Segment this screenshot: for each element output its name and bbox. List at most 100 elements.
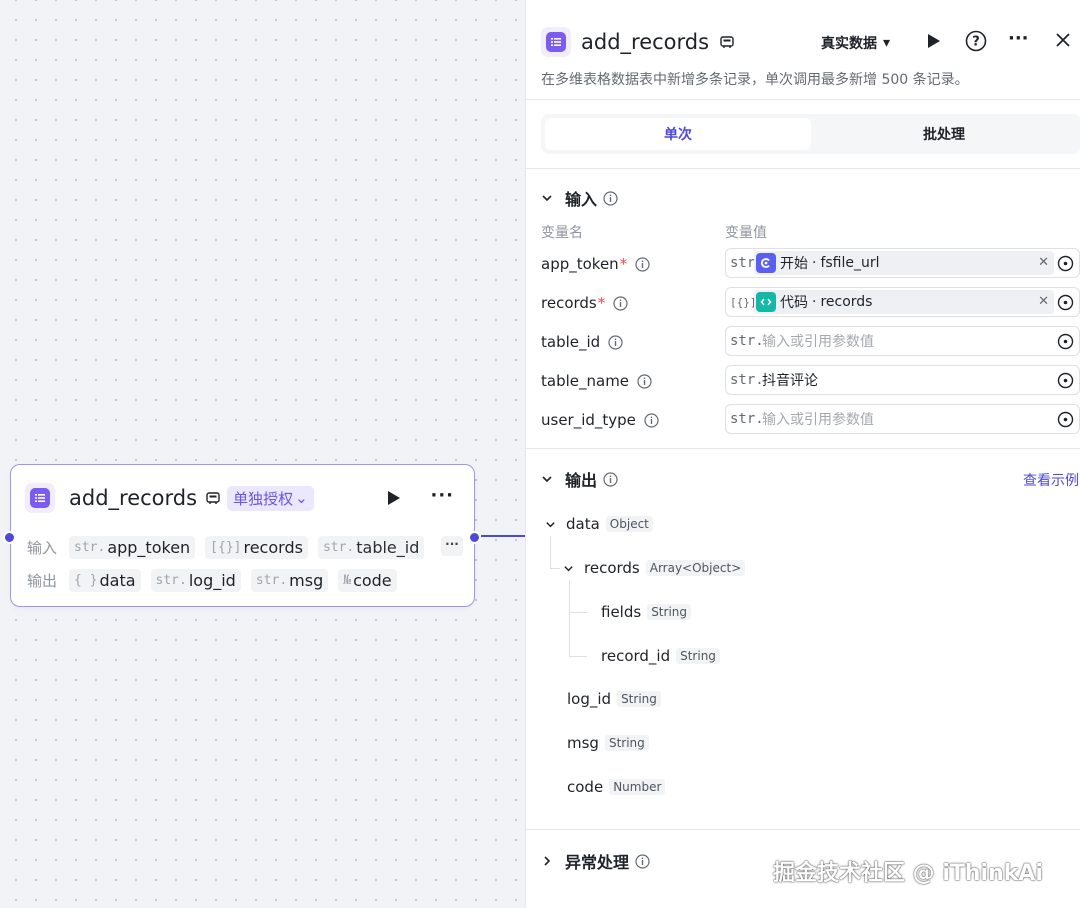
tree-line [550, 536, 551, 568]
close-icon[interactable] [1055, 32, 1071, 48]
target-icon[interactable] [1057, 294, 1074, 311]
input-section-header[interactable]: 输入 [541, 186, 630, 210]
node-input-port[interactable] [3, 531, 16, 544]
node-output-chip: str. msg [250, 569, 329, 592]
node-outputs-row: 输出 { } data str. log_id str. msg № code [27, 569, 407, 592]
play-icon[interactable] [925, 33, 941, 49]
chevron-down-icon [542, 195, 552, 202]
see-example-link[interactable]: 查看示例 [1023, 470, 1079, 490]
node-settings-panel: add_records 真实数据 ▾ ? ··· 在多维表格数据表中新增多条记录，… [525, 0, 1080, 908]
node-inputs-row: 输入 str. app_token [{}] records str. table_i… [27, 536, 463, 559]
tree-line [569, 656, 587, 657]
watermark: 掘金技术社区 @ iThinkAi [773, 861, 1043, 886]
divider [526, 829, 1080, 830]
error-section-header[interactable]: 异常处理 [541, 849, 662, 873]
variable-reference[interactable]: 代码 · records [754, 290, 1054, 314]
mode-tabs: 单次 批处理 [541, 114, 1080, 154]
output-section-header[interactable]: 输出 [541, 467, 630, 491]
auth-label: 单独授权 [233, 489, 294, 508]
input-section-title: 输入 [565, 190, 598, 209]
output-tree-item[interactable]: records Array<Object> [563, 559, 746, 577]
table-name-value: 抖音评论 [762, 373, 818, 389]
node-input-label: 输入 [27, 539, 58, 557]
chevron-down-icon [564, 565, 573, 571]
param-label-app-token: app_token * [541, 255, 650, 273]
table-id-field[interactable]: str. 输入或引用参数值 [725, 326, 1080, 356]
code-node-icon [756, 292, 776, 312]
output-tree-item: log_id String [567, 690, 661, 708]
panel-header: add_records [541, 26, 1080, 58]
target-icon[interactable] [1057, 411, 1074, 428]
clear-icon[interactable]: ✕ [1038, 294, 1049, 309]
clear-icon[interactable]: ✕ [1038, 255, 1049, 270]
user-id-type-placeholder: 输入或引用参数值 [762, 412, 874, 428]
target-icon[interactable] [1057, 372, 1074, 389]
info-icon [603, 471, 618, 487]
chevron-right-icon [544, 856, 551, 866]
tab-batch[interactable]: 批处理 [811, 118, 1077, 150]
node-output-chip: { } data [69, 569, 141, 592]
help-icon[interactable]: ? [965, 30, 987, 52]
table-id-placeholder: 输入或引用参数值 [762, 334, 874, 350]
info-icon [644, 412, 659, 428]
info-icon [635, 256, 650, 272]
data-mode-label: 真实数据 [821, 36, 877, 52]
target-icon[interactable] [1057, 255, 1074, 272]
tree-line [569, 580, 570, 656]
error-section-title: 异常处理 [565, 853, 630, 872]
connection-edge[interactable] [481, 535, 525, 537]
info-icon [635, 853, 650, 869]
info-icon [603, 190, 618, 206]
variable-reference[interactable]: 开始 · fsfile_url [754, 251, 1054, 275]
panel-description: 在多维表格数据表中新增多条记录，单次调用最多新增 500 条记录。 [541, 72, 969, 88]
chevron-down-icon: ⌄ [295, 489, 308, 507]
info-icon [613, 295, 628, 311]
node-input-chip: str. table_id [317, 536, 425, 559]
node-output-port[interactable] [468, 531, 481, 544]
node-input-chip: str. app_token [69, 536, 196, 559]
data-mode-dropdown[interactable]: 真实数据 ▾ [821, 33, 890, 53]
svg-text:?: ? [972, 35, 980, 50]
node-title: add_records [69, 486, 198, 510]
output-tree-item[interactable]: data Object [545, 515, 653, 533]
start-node-icon [756, 253, 776, 273]
node-header: add_records 单独授权 ⌄ ··· [25, 481, 460, 515]
info-icon [637, 373, 652, 389]
chevron-down-icon [546, 521, 555, 527]
plugin-badge-icon [720, 36, 734, 48]
plugin-badge-icon [206, 492, 220, 504]
node-output-chip: № code [338, 569, 397, 592]
more-icon[interactable]: ··· [1008, 28, 1029, 49]
output-section-title: 输出 [565, 471, 598, 490]
table-name-field[interactable]: str. 抖音评论 [725, 365, 1080, 395]
divider [526, 99, 1080, 100]
column-header-value: 变量值 [725, 225, 767, 241]
more-inputs-button[interactable]: ··· [441, 536, 463, 556]
chevron-down-icon [542, 476, 552, 483]
column-header-name: 变量名 [541, 225, 583, 241]
user-id-type-field[interactable]: str. 输入或引用参数值 [725, 404, 1080, 434]
node-output-chip: str. log_id [150, 569, 241, 592]
param-label-table-name: table_name [541, 372, 652, 390]
output-tree-item: code Number [567, 778, 666, 796]
info-icon [608, 334, 623, 350]
output-tree-item: record_id String [601, 647, 720, 665]
play-icon[interactable] [384, 489, 402, 507]
caret-down-icon: ▾ [883, 35, 891, 51]
divider [526, 448, 1080, 449]
workflow-canvas[interactable] [0, 0, 525, 908]
target-icon[interactable] [1057, 333, 1074, 350]
tab-single[interactable]: 单次 [545, 118, 811, 150]
param-label-user-id-type: user_id_type [541, 411, 659, 429]
param-label-records: records * [541, 294, 628, 312]
tree-line [550, 568, 560, 569]
node-output-label: 输出 [27, 572, 58, 590]
output-tree-item: msg String [567, 734, 649, 752]
app-token-field[interactable]: str. 开始 · fsfile_url ✕ [725, 248, 1080, 278]
records-field[interactable]: [{}] 代码 · records ✕ [725, 287, 1080, 317]
auth-dropdown[interactable]: 单独授权 ⌄ [227, 485, 314, 511]
tree-line [569, 612, 587, 613]
add-records-node[interactable]: add_records 单独授权 ⌄ ··· 输入 str. app_token [… [10, 464, 475, 607]
param-label-table-id: table_id [541, 333, 623, 351]
more-icon[interactable]: ··· [430, 485, 454, 506]
